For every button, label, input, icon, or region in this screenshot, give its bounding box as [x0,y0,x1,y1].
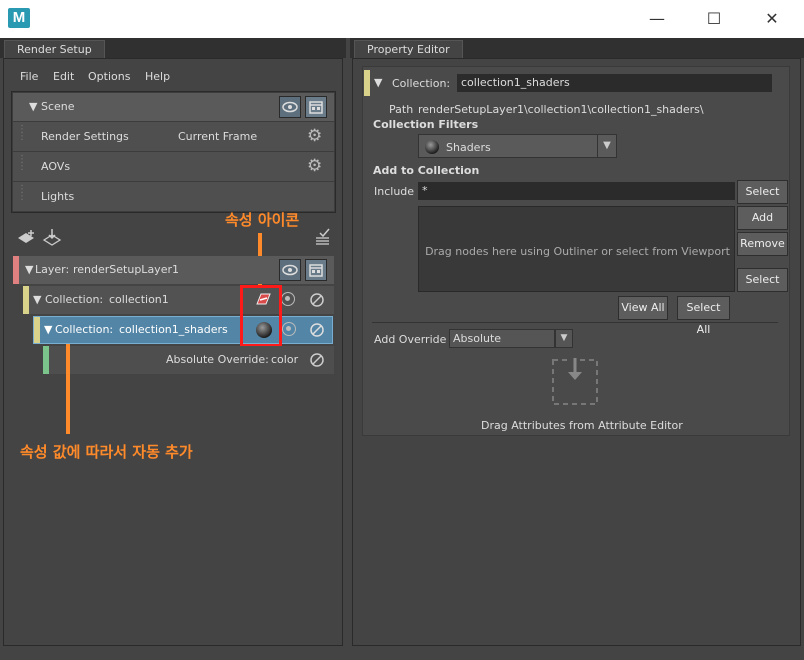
collection-filters-heading: Collection Filters [373,118,479,131]
aovs-label: AOVs [41,160,71,173]
render-settings-label: Render Settings [41,130,129,143]
add-to-collection-heading: Add to Collection [373,164,480,177]
path-label: Path [389,103,414,116]
collection-color-strip [364,70,370,96]
property-editor-tabstrip: Property Editor [350,38,804,58]
view-all-button[interactable]: View All [618,296,668,320]
layer-prefix: Layer: [35,263,70,276]
collection-shaders-row[interactable]: ▼ Collection: collection1_shaders [33,316,333,344]
override-color-strip [43,346,49,374]
drag-handle-icon[interactable]: ⋮ ⋮ [17,185,27,202]
collection1-prefix: Collection: [45,293,104,306]
annotation-line-vertical [66,344,70,434]
layer-expand-arrow-icon[interactable]: ▼ [25,263,33,276]
render-setup-tabstrip: Render Setup [0,38,346,58]
collection-shaders-expand-arrow-icon[interactable]: ▼ [44,323,52,336]
select-button[interactable]: Select [737,268,788,292]
collection1-name: collection1 [109,293,169,306]
disable-icon[interactable] [309,322,325,341]
collection-shaders-name: collection1_shaders [119,323,228,336]
disable-icon[interactable] [309,352,325,371]
import-icon[interactable] [42,228,62,251]
shader-sphere-icon [424,139,440,158]
scene-expand-arrow-icon[interactable]: ▼ [29,100,37,113]
select-all-button[interactable]: Select All [677,296,730,336]
scene-item-aovs[interactable]: ⋮ ⋮ AOVs ⚙ [13,152,334,181]
aovs-gear-icon[interactable]: ⚙ [307,156,322,176]
isolate-icon[interactable] [281,292,295,306]
override-prefix: Absolute Override: [166,353,269,366]
menu-edit[interactable]: Edit [53,70,74,83]
collapse-arrow-icon[interactable]: ▼ [374,76,382,89]
select-button[interactable]: Select [737,180,788,204]
scene-item-lights[interactable]: ⋮ ⋮ Lights [13,182,334,211]
collection-shaders-prefix: Collection: [55,323,114,336]
lights-label: Lights [41,190,75,203]
maximize-button[interactable]: ☐ [702,8,726,30]
drag-attributes-hint: Drag Attributes from Attribute Editor [481,419,683,432]
layer-name: renderSetupLayer1 [73,263,179,276]
batch-render-checklist-icon[interactable] [312,228,332,251]
scene-row[interactable]: ▼ Scene [13,93,334,121]
filter-dropdown-arrow-icon[interactable]: ▼ [597,134,617,158]
scene-item-render-settings[interactable]: ⋮ ⋮ Render Settings Current Frame ⚙ [13,122,334,151]
layer-render-clapper-icon[interactable] [305,259,327,281]
window-titlebar: M — ☐ ✕ [0,0,804,38]
tab-render-setup[interactable]: Render Setup [4,40,105,58]
create-layer-icon[interactable] [16,228,38,251]
drag-handle-icon[interactable]: ⋮ ⋮ [17,125,27,142]
filter-value: Shaders [446,141,491,154]
add-override-label: Add Override [374,333,447,346]
maya-logo-icon: M [8,8,30,28]
collection1-row[interactable]: ▼ Collection: collection1 [23,286,334,314]
drop-hint: Drag nodes here using Outliner or select… [425,245,730,258]
annotation-attribute-icon: 속성 아이콘 [225,211,300,229]
scene-render-clapper-icon[interactable] [305,96,327,118]
menu-help[interactable]: Help [145,70,170,83]
disable-icon[interactable] [309,292,325,311]
add-override-dropdown[interactable]: Absolute [449,329,555,348]
collection-color-strip [34,317,40,343]
drop-target-area[interactable]: Drag nodes here using Outliner or select… [418,206,735,292]
collection-name-field[interactable]: collection1_shaders [457,74,772,92]
menu-options[interactable]: Options [88,70,130,83]
shader-sphere-icon[interactable] [255,321,273,342]
remove-button[interactable]: Remove [737,232,788,256]
include-field[interactable]: * [418,182,735,200]
divider [372,322,778,323]
override-row[interactable]: Absolute Override: color [43,346,334,374]
scene-label: Scene [41,100,75,113]
annotation-auto-added: 속성 값에 따라서 자동 추가 [20,443,193,461]
filter-dropdown[interactable]: Shaders [418,134,598,158]
layer-row[interactable]: ▼ Layer: renderSetupLayer1 [13,256,334,284]
scene-visibility-eye-icon[interactable] [279,96,301,118]
close-button[interactable]: ✕ [760,8,784,30]
drop-attribute-icon[interactable] [551,358,599,406]
minimize-button[interactable]: — [645,8,669,30]
add-override-dropdown-arrow-icon[interactable]: ▼ [555,329,573,348]
material-override-icon[interactable] [254,291,272,310]
collection-label: Collection: [392,77,451,90]
path-value: renderSetupLayer1\collection1\collection… [418,103,704,116]
menu-file[interactable]: File [20,70,38,83]
collection-color-strip [23,286,29,314]
include-label: Include [374,185,415,198]
tab-property-editor[interactable]: Property Editor [354,40,463,58]
collection1-expand-arrow-icon[interactable]: ▼ [33,293,41,306]
add-button[interactable]: Add [737,206,788,230]
isolate-icon[interactable] [282,322,296,336]
render-settings-value: Current Frame [178,130,258,143]
layer-visibility-eye-icon[interactable] [279,259,301,281]
override-attribute: color [271,353,299,366]
drag-handle-icon[interactable]: ⋮ ⋮ [17,155,27,172]
layer-color-strip [13,256,19,284]
add-override-value: Absolute [453,332,502,345]
render-settings-gear-icon[interactable]: ⚙ [307,126,322,146]
